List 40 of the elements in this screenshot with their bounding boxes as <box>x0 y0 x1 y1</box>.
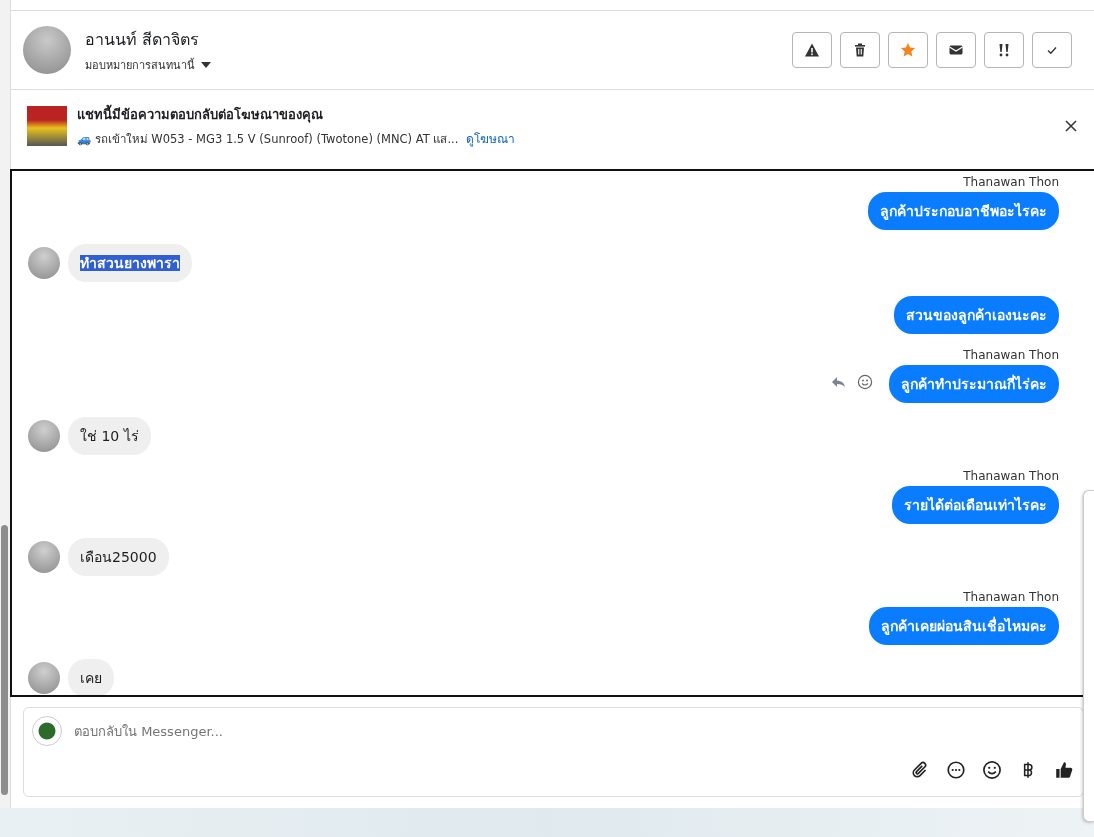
message-bubble: ลูกค้าทำประมาณกี่ไร่คะ <box>889 365 1059 403</box>
chat-bubble-icon[interactable] <box>945 760 967 782</box>
message-bubble: รายได้ต่อเดือนเท่าไรคะ <box>892 486 1059 524</box>
sender-name: Thanawan Thon <box>963 590 1059 604</box>
envelope-button[interactable] <box>936 32 976 68</box>
message-bubble: เคย <box>68 659 114 695</box>
message-bubble: ทำสวนยางพารา <box>68 244 192 282</box>
smiley-icon[interactable] <box>981 760 1003 782</box>
sender-name: Thanawan Thon <box>963 348 1059 362</box>
checkmark-button[interactable] <box>1032 32 1072 68</box>
message-bubble: ลูกค้าประกอบอาชีพอะไรคะ <box>868 192 1059 230</box>
view-ad-link[interactable]: ดูโฆษณา <box>466 128 516 148</box>
scrollbar-thumb[interactable] <box>1 525 8 795</box>
message-bubble: สวนของลูกค้าเองนะคะ <box>894 296 1059 334</box>
trash-icon <box>852 42 868 58</box>
contact-name: อานนท์ สีดาจิตร <box>85 28 201 51</box>
exclamation-button[interactable] <box>984 32 1024 68</box>
ad-notice-title: แชทนี้มีข้อความตอบกลับต่อโฆษณาของคุณ <box>77 103 324 125</box>
close-button[interactable] <box>1064 118 1078 133</box>
profile-photo <box>23 26 71 74</box>
page-logo <box>32 716 62 746</box>
assign-conversation-label[interactable]: มอบหมายการสนทนานี้ <box>85 55 195 74</box>
reply-input-field[interactable]: ตอบกลับใน Messenger... <box>72 722 1075 740</box>
contact-avatar <box>28 420 60 452</box>
caret-icon[interactable] <box>201 61 211 68</box>
sender-name: Thanawan Thon <box>963 469 1059 483</box>
ad-name: 🚙 รถเข้าใหม่ W053 - MG3 1.5 V (Sunroof) (Twotone) (MNC) AT แส... <box>77 130 459 148</box>
contact-avatar <box>28 247 60 279</box>
warning-icon <box>804 42 820 58</box>
warning-button[interactable] <box>792 32 832 68</box>
trash-button[interactable] <box>840 32 880 68</box>
message-bubble: เดือน25000 <box>68 538 169 576</box>
sender-name: Thanawan Thon <box>963 175 1059 189</box>
star-button[interactable] <box>888 32 928 68</box>
star-icon <box>900 42 916 58</box>
contact-avatar <box>28 662 60 694</box>
message-bubble: ใช่ 10 ไร่ <box>68 417 151 455</box>
contact-avatar <box>28 541 60 573</box>
ad-thumbnail <box>27 105 67 146</box>
message-bubble: ลูกค้าเคยผ่อนสินเชื่อไหมคะ <box>869 607 1059 645</box>
